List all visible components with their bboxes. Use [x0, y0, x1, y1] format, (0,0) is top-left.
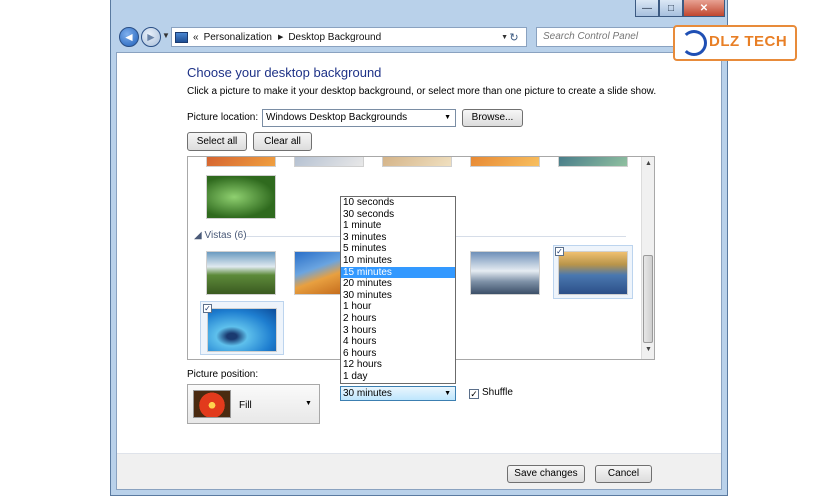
shuffle-checkbox[interactable]: ✓ [469, 389, 479, 399]
change-interval-select[interactable]: 30 minutes ▼ [340, 386, 456, 401]
picture-location-value: Windows Desktop Backgrounds [266, 112, 408, 123]
content-area: Choose your desktop background Click a p… [116, 52, 722, 490]
change-interval-value: 30 minutes [343, 388, 392, 399]
waterfall-thumbnail[interactable] [206, 251, 276, 295]
chevron-down-icon: ▼ [444, 114, 451, 121]
interval-option[interactable]: 15 minutes [341, 266, 455, 279]
interval-option[interactable]: 1 minute [341, 220, 455, 232]
interval-option[interactable]: 12 hours [341, 359, 455, 371]
chevron-down-icon: ▼ [444, 390, 451, 397]
minimize-button[interactable]: — [635, 0, 659, 17]
change-interval-dropdown-list[interactable]: 10 seconds 30 seconds 1 minute 3 minutes 5 m… [340, 196, 456, 384]
caption-buttons: — □ ✕ [635, 0, 725, 17]
save-changes-button[interactable]: Save changes [507, 465, 585, 483]
footer-bar: Save changes Cancel [117, 454, 721, 489]
search-input[interactable]: Search Control Panel [536, 27, 686, 47]
browse-button[interactable]: Browse... [462, 109, 523, 127]
interval-option[interactable]: 1 day [341, 371, 455, 383]
back-button[interactable]: ◄ [119, 27, 139, 47]
interval-option[interactable]: 30 minutes [341, 290, 455, 302]
interval-option[interactable]: 6 hours [341, 348, 455, 360]
forward-button[interactable]: ► [141, 27, 161, 47]
scroll-down-icon[interactable]: ▼ [645, 346, 652, 353]
aurora-thumbnail-selection[interactable]: ✓ [200, 301, 284, 355]
lake-checkbox[interactable]: ✓ [555, 247, 564, 256]
refresh-icon[interactable]: ↻ [505, 29, 523, 45]
picture-position-value: Fill [239, 400, 252, 411]
flower-preview-image [193, 390, 231, 418]
scroll-up-icon[interactable]: ▲ [645, 160, 652, 167]
gallery-thumbnail[interactable] [558, 157, 628, 167]
clear-all-button[interactable]: Clear all [253, 132, 312, 151]
interval-option[interactable]: 2 hours [341, 313, 455, 325]
breadcrumb-separator-icon[interactable]: ▶ [278, 33, 283, 41]
interval-option[interactable]: 30 seconds [341, 209, 455, 221]
scrollbar-thumb[interactable] [643, 255, 653, 343]
select-all-button[interactable]: Select all [187, 132, 247, 151]
maximize-button[interactable]: □ [659, 0, 683, 17]
shuffle-label[interactable]: Shuffle [482, 387, 513, 398]
breadcrumb-prefix[interactable]: « [193, 32, 199, 43]
picture-location-label: Picture location: [187, 112, 259, 123]
interval-option[interactable]: 3 hours [341, 325, 455, 337]
page-title: Choose your desktop background [187, 65, 382, 80]
vistas-group-text: Vistas (6) [204, 230, 247, 241]
gallery-thumbnail[interactable] [470, 157, 540, 167]
navigation-bar: ◄ ► ▼ « Personalization ▶ Desktop Backgr… [111, 23, 727, 51]
watermark-text: DLZ TECH [709, 33, 788, 50]
page-description: Click a picture to make it your desktop … [187, 86, 657, 97]
address-bar[interactable]: « Personalization ▶ Desktop Background ▼ [171, 27, 527, 47]
interval-option[interactable]: 4 hours [341, 336, 455, 348]
interval-option[interactable]: 10 minutes [341, 255, 455, 267]
aurora-thumbnail[interactable] [207, 308, 277, 352]
chevron-down-icon: ▼ [305, 400, 312, 407]
close-button[interactable]: ✕ [683, 0, 725, 17]
interval-option[interactable]: 1 hour [341, 301, 455, 313]
gallery-thumbnail[interactable] [382, 157, 452, 167]
recent-pages-dropdown-icon[interactable]: ▼ [162, 31, 170, 40]
interval-option[interactable]: 10 seconds [341, 197, 455, 209]
interval-option[interactable]: 20 minutes [341, 278, 455, 290]
cancel-button[interactable]: Cancel [595, 465, 652, 483]
picture-position-label: Picture position: [187, 369, 259, 380]
picture-position-select[interactable]: Fill ▼ [187, 384, 320, 424]
picture-location-select[interactable]: Windows Desktop Backgrounds ▼ [262, 109, 456, 127]
lake-thumbnail-selection[interactable]: ✓ [553, 245, 633, 299]
vistas-group-label[interactable]: ◢ Vistas (6) [194, 230, 247, 241]
interval-option[interactable]: 5 minutes [341, 243, 455, 255]
window-frame: — □ ✕ ◄ ► ▼ « Personalization ▶ Desktop … [110, 0, 728, 496]
dlz-logo-mark-icon [681, 30, 707, 56]
fern-thumbnail[interactable] [206, 175, 276, 219]
interval-option[interactable]: 3 minutes [341, 232, 455, 244]
collapse-arrow-icon: ◢ [194, 230, 202, 241]
gallery-thumbnail[interactable] [206, 157, 276, 167]
breadcrumb-desktop-background[interactable]: Desktop Background [288, 32, 381, 43]
gallery-scrollbar[interactable]: ▲ ▼ [641, 157, 654, 359]
breadcrumb-personalization[interactable]: Personalization [204, 32, 272, 43]
control-panel-icon [175, 31, 188, 43]
mountains-thumbnail[interactable] [470, 251, 540, 295]
gallery-thumbnail[interactable] [294, 157, 364, 167]
dlz-tech-watermark: DLZ TECH [673, 25, 797, 61]
lake-thumbnail[interactable] [558, 251, 628, 295]
aurora-checkbox[interactable]: ✓ [203, 304, 212, 313]
